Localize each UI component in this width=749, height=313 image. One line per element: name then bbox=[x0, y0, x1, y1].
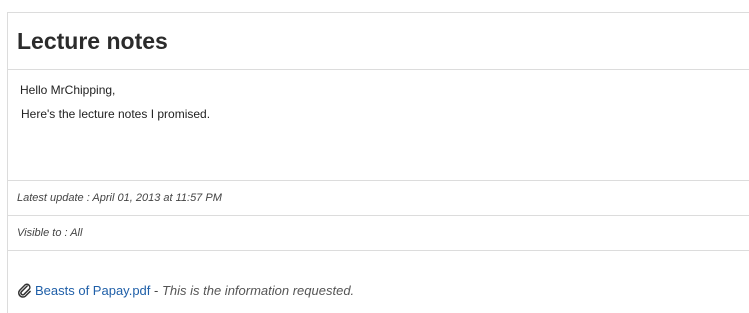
post-header: Lecture notes bbox=[8, 13, 749, 70]
visibility-row: Visible to : All bbox=[8, 216, 749, 251]
post-greeting: Hello MrChipping, bbox=[20, 83, 116, 97]
post-message: Here's the lecture notes I promised. bbox=[21, 107, 211, 121]
post-panel: Lecture notes Hello MrChipping, Here's t… bbox=[7, 12, 749, 313]
paperclip-icon bbox=[17, 283, 32, 298]
attachment-link[interactable]: Beasts of Papay.pdf bbox=[35, 283, 150, 298]
latest-update-row: Latest update : April 01, 2013 at 11:57 … bbox=[8, 181, 749, 216]
attachment-separator: - bbox=[150, 283, 162, 298]
latest-update-text: Latest update : April 01, 2013 at 11:57 … bbox=[17, 192, 222, 204]
attachment-description: This is the information requested. bbox=[161, 283, 355, 298]
post-title: Lecture notes bbox=[17, 28, 168, 54]
attachment-row: Beasts of Papay.pdf - This is the inform… bbox=[8, 251, 749, 311]
post-body: Hello MrChipping, Here's the lecture not… bbox=[8, 70, 749, 181]
visible-to-text: Visible to : All bbox=[17, 227, 83, 239]
